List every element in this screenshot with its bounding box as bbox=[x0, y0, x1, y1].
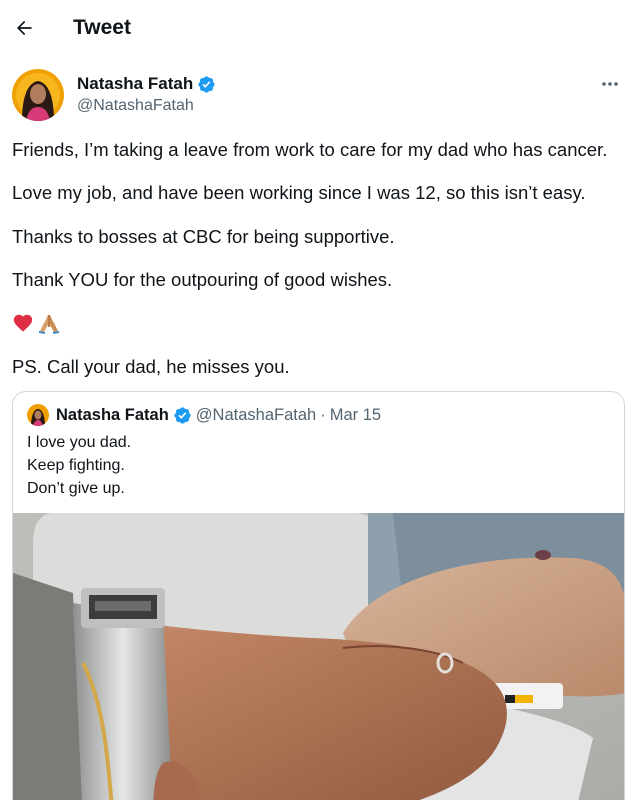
heart-icon bbox=[13, 314, 33, 332]
separator-dot: · bbox=[320, 406, 326, 424]
page-title: Tweet bbox=[73, 16, 131, 39]
arrow-left-icon bbox=[17, 20, 32, 36]
quoted-tweet-text: I love you dad. Keep fighting. Don’t giv… bbox=[27, 431, 131, 500]
quoted-tweet-date: Mar 15 bbox=[329, 406, 382, 424]
quoted-avatar bbox=[27, 404, 49, 426]
author-handle[interactable]: @NatashaFatah bbox=[77, 96, 194, 116]
author-name[interactable]: Natasha Fatah bbox=[77, 73, 193, 95]
tweet-text-line: Love my job, and have been working since… bbox=[12, 182, 586, 203]
back-button[interactable] bbox=[10, 14, 38, 42]
avatar[interactable] bbox=[12, 69, 64, 121]
tweet-text-line: Friends, I’m taking a leave from work to… bbox=[12, 139, 608, 160]
verified-badge-icon bbox=[198, 75, 215, 93]
top-bar: Tweet bbox=[0, 0, 635, 56]
verified-badge-icon bbox=[174, 406, 191, 424]
quoted-text-line: I love you dad. bbox=[27, 434, 132, 451]
quoted-text-line: Don’t give up. bbox=[27, 480, 125, 497]
quoted-tweet-header: Natasha Fatah @NatashaFatah · Mar 15 bbox=[27, 404, 381, 426]
holding-hands-photo[interactable] bbox=[13, 513, 624, 800]
emoji-row bbox=[12, 311, 61, 335]
tweet-text-line: Thanks to bosses at CBC for being suppor… bbox=[12, 226, 395, 247]
tweet-text-line: PS. Call your dad, he misses you. bbox=[12, 356, 290, 377]
tweet-author: Natasha Fatah @NatashaFatah bbox=[12, 69, 623, 125]
tweet-text-line: Thank YOU for the outpouring of good wis… bbox=[12, 269, 393, 290]
folded-hands-icon bbox=[39, 315, 59, 334]
quoted-author-handle: @NatashaFatah bbox=[195, 406, 317, 424]
quoted-text-line: Keep fighting. bbox=[27, 457, 125, 474]
more-button[interactable] bbox=[597, 73, 623, 95]
author-name-row: Natasha Fatah bbox=[77, 73, 216, 95]
more-horizontal-icon bbox=[602, 82, 618, 86]
quoted-tweet[interactable]: Natasha Fatah @NatashaFatah · Mar 15 I l… bbox=[12, 391, 625, 800]
quoted-author-name: Natasha Fatah bbox=[56, 406, 169, 424]
